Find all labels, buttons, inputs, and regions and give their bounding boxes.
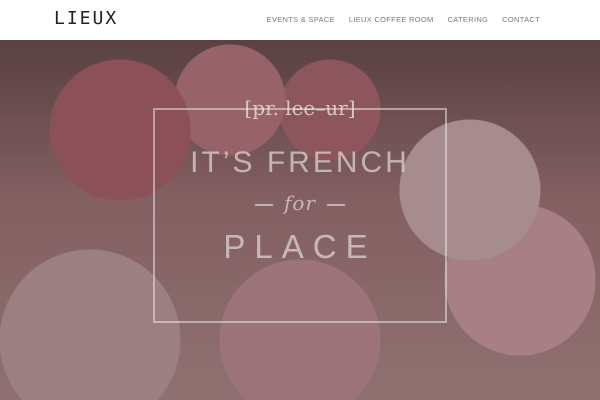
headline-its-french: IT’S FRENCH bbox=[190, 146, 410, 179]
site-logo[interactable]: LIEUX bbox=[54, 8, 118, 29]
nav-events-space[interactable]: EVENTS & SPACE bbox=[267, 15, 335, 24]
nav-contact[interactable]: CONTACT bbox=[502, 15, 540, 24]
headline-for: for bbox=[283, 191, 316, 215]
pronunciation-text: [pr. lee–ur] bbox=[244, 96, 356, 120]
nav-lieux-coffee-room[interactable]: LIEUX COFFEE ROOM bbox=[349, 15, 434, 24]
right-dash bbox=[327, 204, 345, 206]
site-header: LIEUX EVENTS & SPACE LIEUX COFFEE ROOM C… bbox=[0, 0, 600, 40]
headline-place: PLACE bbox=[223, 228, 377, 265]
nav-catering[interactable]: CATERING bbox=[448, 15, 489, 24]
hero-frame bbox=[153, 108, 447, 323]
main-nav: EVENTS & SPACE LIEUX COFFEE ROOM CATERIN… bbox=[267, 15, 540, 24]
